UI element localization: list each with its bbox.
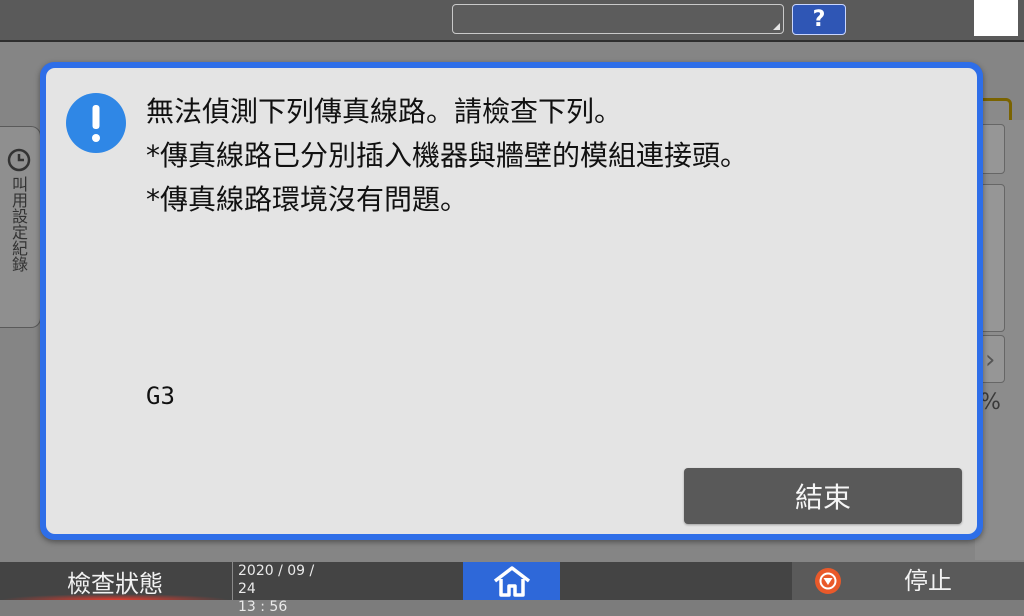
dropdown-corner-icon [773, 23, 780, 30]
home-icon [493, 566, 530, 597]
dialog-message: 無法偵測下列傳真線路。請檢查下列。 *傳真線路已分別插入機器與牆壁的模組連接頭。… [146, 90, 946, 222]
message-line: 無法偵測下列傳真線路。請檢查下列。 [146, 95, 623, 128]
background-percent: % [980, 390, 1001, 415]
time-text: 13 : 56 [238, 599, 288, 615]
dialog-body: 無法偵測下列傳真線路。請檢查下列。 *傳真線路已分別插入機器與牆壁的模組連接頭。… [46, 68, 977, 534]
stop-button[interactable]: 停止 [792, 562, 1024, 600]
date-time: 2020 / 09 / 24 13 : 56 [232, 562, 332, 615]
home-button[interactable] [463, 562, 560, 600]
exclamation-icon [66, 93, 126, 153]
status-alert-indicator [0, 594, 230, 600]
help-button[interactable]: ? [792, 4, 846, 35]
chevron-right-icon: › [985, 345, 996, 375]
bottom-bar: 檢查狀態 2020 / 09 / 24 13 : 56 停止 [0, 562, 1024, 615]
moon-icon [989, 7, 1000, 29]
history-tab-label: 叫用設定紀錄 [9, 176, 28, 272]
top-bar: ? [0, 0, 1024, 42]
stop-icon [815, 568, 841, 594]
fax-line-code: G3 [146, 382, 175, 410]
date-text: 2020 / 09 / 24 [238, 563, 315, 597]
clock-icon [7, 148, 31, 172]
energy-saver-button[interactable] [974, 0, 1018, 36]
end-button[interactable]: 結束 [684, 468, 962, 524]
message-line: *傳真線路已分別插入機器與牆壁的模組連接頭。 [146, 139, 749, 172]
message-line: *傳真線路環境沒有問題。 [146, 183, 469, 216]
fax-line-error-dialog: 無法偵測下列傳真線路。請檢查下列。 *傳真線路已分別插入機器與牆壁的模組連接頭。… [40, 62, 983, 540]
top-dropdown[interactable] [452, 4, 784, 34]
stop-label: 停止 [904, 567, 952, 595]
